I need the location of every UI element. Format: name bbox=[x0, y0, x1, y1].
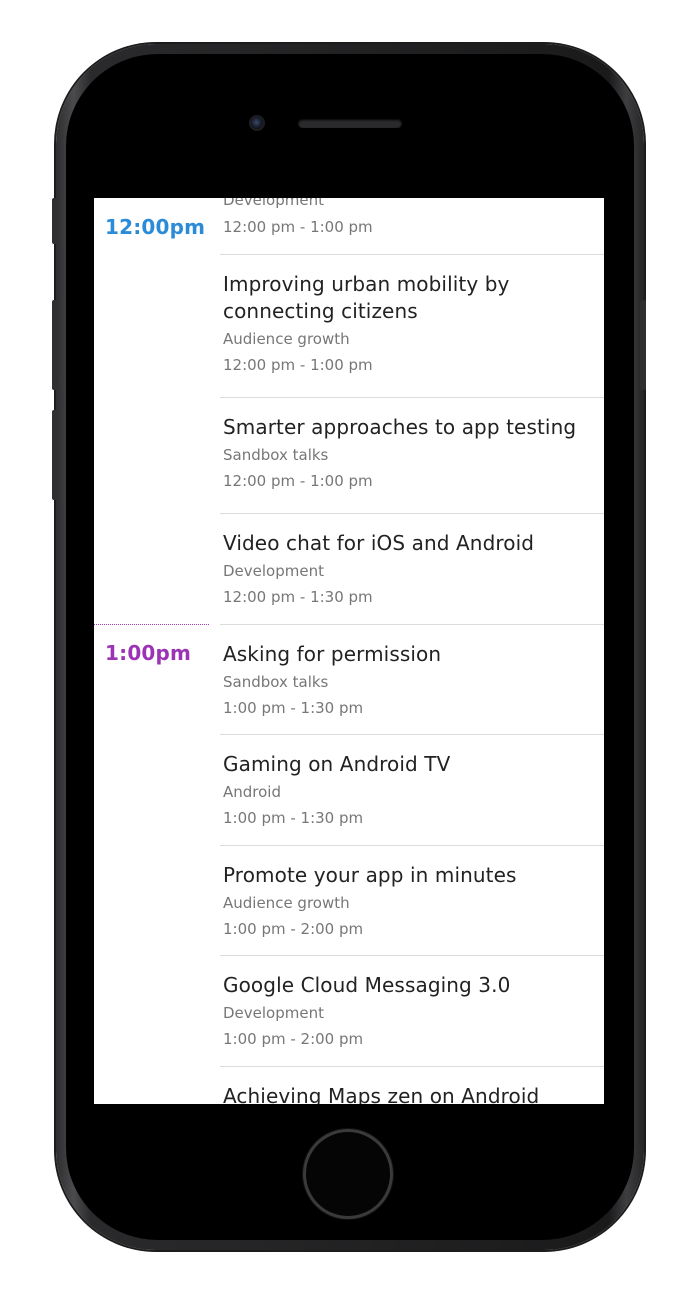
volume-up-button bbox=[52, 300, 58, 390]
session-item[interactable]: Asking for permission Sandbox talks 1:00… bbox=[220, 625, 604, 735]
session-track: Development bbox=[223, 1004, 324, 1022]
session-track: Android bbox=[223, 783, 281, 801]
session-track: Sandbox talks bbox=[223, 673, 329, 691]
session-time: 12:00 pm - 1:30 pm bbox=[223, 588, 373, 606]
session-title: Promote your app in minutes bbox=[223, 863, 517, 887]
earpiece-speaker bbox=[298, 119, 402, 128]
volume-down-button bbox=[52, 410, 58, 500]
session-title: Improving urban mobility by bbox=[223, 272, 510, 296]
session-item[interactable]: Development 12:00 pm - 1:00 pm bbox=[220, 198, 604, 255]
session-title: Achieving Maps zen on Android bbox=[223, 1084, 540, 1104]
session-time: 12:00 pm - 1:00 pm bbox=[223, 218, 373, 236]
time-label-1pm: 1:00pm bbox=[105, 641, 192, 665]
session-item[interactable]: Achieving Maps zen on Android bbox=[220, 1067, 604, 1104]
session-title: Smarter approaches to app testing bbox=[223, 415, 577, 439]
session-time: 1:00 pm - 2:00 pm bbox=[223, 1030, 364, 1048]
home-button[interactable] bbox=[303, 1129, 393, 1219]
session-item[interactable]: Video chat for iOS and Android Developme… bbox=[220, 514, 604, 625]
session-track: Development bbox=[223, 198, 324, 209]
session-title: Video chat for iOS and Android bbox=[223, 531, 535, 555]
session-item[interactable]: Google Cloud Messaging 3.0 Development 1… bbox=[220, 956, 604, 1067]
session-track: Audience growth bbox=[223, 330, 350, 348]
session-track: Development bbox=[223, 562, 324, 580]
silent-switch bbox=[52, 198, 58, 244]
session-track: Sandbox talks bbox=[223, 446, 329, 464]
app-screen: 12:00pm Development 12:00 pm - 1:00 pm I… bbox=[94, 198, 604, 1104]
session-title-line2: connecting citizens bbox=[223, 299, 418, 323]
power-button bbox=[640, 300, 646, 390]
session-time: 1:00 pm - 1:30 pm bbox=[223, 699, 364, 717]
session-title: Gaming on Android TV bbox=[223, 752, 451, 776]
hour-divider bbox=[94, 624, 209, 625]
session-time: 1:00 pm - 2:00 pm bbox=[223, 920, 364, 938]
session-time: 12:00 pm - 1:00 pm bbox=[223, 472, 373, 490]
session-title: Asking for permission bbox=[223, 642, 442, 666]
session-track: Audience growth bbox=[223, 894, 350, 912]
session-title: Google Cloud Messaging 3.0 bbox=[223, 973, 511, 997]
time-label-12pm: 12:00pm bbox=[105, 215, 206, 239]
session-time: 1:00 pm - 1:30 pm bbox=[223, 809, 364, 827]
session-item[interactable]: Gaming on Android TV Android 1:00 pm - 1… bbox=[220, 735, 604, 846]
session-item[interactable]: Smarter approaches to app testing Sandbo… bbox=[220, 398, 604, 514]
session-time: 12:00 pm - 1:00 pm bbox=[223, 356, 373, 374]
session-item[interactable]: Improving urban mobility by connecting c… bbox=[220, 255, 604, 398]
session-item[interactable]: Promote your app in minutes Audience gro… bbox=[220, 846, 604, 956]
front-camera-icon bbox=[249, 115, 265, 131]
